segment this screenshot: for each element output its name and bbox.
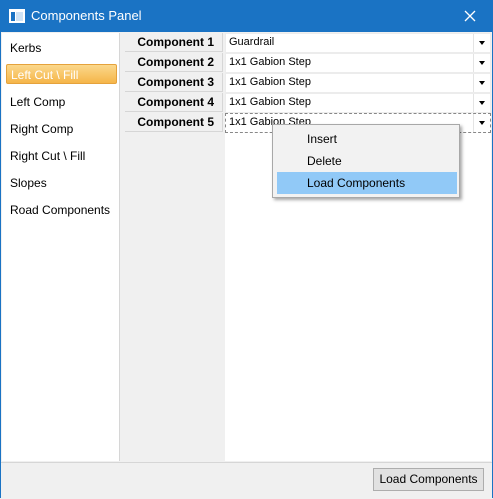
sidebar-item-kerbs[interactable]: Kerbs [10,38,41,58]
component-value: Guardrail [229,36,275,48]
dropdown-button[interactable] [473,34,490,52]
menu-item-insert[interactable]: Insert [277,128,457,150]
chevron-down-icon [479,61,485,65]
close-icon [464,10,476,22]
components-grid: Component 1 Guardrail Component 2 1x1 Ga… [120,33,491,461]
component-value: 1x1 Gabion Step [229,76,311,88]
dropdown-button[interactable] [473,114,490,132]
table-row: Component 4 1x1 Gabion Step [125,93,491,113]
chevron-down-icon [479,81,485,85]
menu-item-delete[interactable]: Delete [277,150,457,172]
sidebar-item-left-comp[interactable]: Left Comp [10,92,65,112]
table-row: Component 2 1x1 Gabion Step [125,53,491,73]
component-select[interactable]: 1x1 Gabion Step [225,73,491,93]
sidebar-item-right-cut-fill[interactable]: Right Cut \ Fill [10,146,85,166]
component-value: 1x1 Gabion Step [229,96,311,108]
component-value: 1x1 Gabion Step [229,56,311,68]
sidebar-item-road-components[interactable]: Road Components [10,200,110,220]
row-header: Component 3 [125,73,223,92]
sidebar-item-slopes[interactable]: Slopes [10,173,47,193]
window-title: Components Panel [31,8,142,23]
dropdown-button[interactable] [473,74,490,92]
load-components-button[interactable]: Load Components [373,468,484,491]
menu-item-load-components[interactable]: Load Components [277,172,457,194]
dropdown-button[interactable] [473,54,490,72]
row-header: Component 2 [125,53,223,72]
window-icon [9,9,25,23]
title-bar: Components Panel [0,0,493,32]
component-select[interactable]: 1x1 Gabion Step [225,93,491,113]
component-select[interactable]: 1x1 Gabion Step [225,53,491,73]
sidebar: Kerbs Left Cut \ Fill Left Comp Right Co… [2,33,120,461]
sidebar-item-right-comp[interactable]: Right Comp [10,119,73,139]
table-row: Component 3 1x1 Gabion Step [125,73,491,93]
close-button[interactable] [447,0,493,32]
table-row: Component 1 Guardrail [125,33,491,53]
sidebar-item-left-cut-fill[interactable]: Left Cut \ Fill [6,64,117,84]
row-header: Component 1 [125,33,223,52]
dropdown-button[interactable] [473,94,490,112]
chevron-down-icon [479,121,485,125]
context-menu: Insert Delete Load Components [272,124,460,198]
row-header: Component 4 [125,93,223,112]
chevron-down-icon [479,101,485,105]
row-header: Component 5 [125,113,223,132]
chevron-down-icon [479,41,485,45]
component-select[interactable]: Guardrail [225,33,491,53]
